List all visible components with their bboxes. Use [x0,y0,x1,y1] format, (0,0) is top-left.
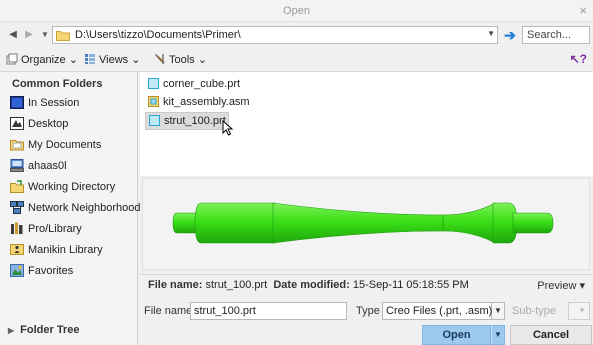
sidebar-item-favorites[interactable]: Favorites [10,264,136,282]
sidebar-item-label: Desktop [28,118,69,130]
type-select[interactable]: Creo Files (.prt, .asm) [382,302,492,320]
tools-icon [155,54,165,64]
preview-toggle[interactable]: Preview ▾ [537,279,585,292]
open-options-chevron-icon[interactable]: ▼ [491,325,505,345]
sidebar-item-label: Manikin Library [28,244,103,256]
model-preview[interactable] [142,178,590,270]
file-list: corner_cube.prt kit_assembly.asm strut_1… [140,72,593,176]
path-field[interactable]: D:\Users\tizzo\Documents\Primer\ ▼ [52,26,498,44]
address-bar: ◀ ▶ ▼ D:\Users\tizzo\Documents\Primer\ ▼… [0,22,593,48]
file-item-kit-assembly[interactable]: kit_assembly.asm [145,94,253,112]
file-name-input[interactable]: strut_100.prt [190,302,347,320]
library-icon [11,222,23,234]
sidebar-item-label: Working Directory [28,181,116,193]
sidebar-item-ahaas0l[interactable]: ahaas0l [10,159,136,177]
views-label: Views ⌄ [99,54,141,66]
computer-icon [10,159,24,172]
sidebar-item-manikin-library[interactable]: Manikin Library [10,243,136,261]
window-title: Open [283,5,310,17]
file-item-corner-cube[interactable]: corner_cube.prt [145,76,243,94]
back-arrow-icon[interactable]: ◀ [6,28,20,42]
info-file-name-value: strut_100.prt [205,279,268,291]
path-text: D:\Users\tizzo\Documents\Primer\ [75,29,241,41]
working-dir-icon [10,180,24,193]
sidebar-item-label: Favorites [28,265,74,277]
file-name: kit_assembly.asm [163,96,250,108]
file-name: strut_100.prt [164,115,226,127]
file-info-bar: File name: strut_100.prt Date modified: … [140,274,593,294]
sidebar-item-label: In Session [28,97,80,109]
help-icon[interactable]: ↖? [570,52,587,66]
part-file-icon [149,115,160,126]
file-name-label: File name: [144,305,196,317]
subtype-label: Sub-type [512,305,557,317]
subtype-select[interactable]: ▼ [568,302,590,320]
manikin-icon [10,244,24,255]
search-input[interactable]: Search... [522,26,590,44]
action-buttons-row: Open ▼ Cancel [140,323,593,345]
toolbar: Organize ⌄ Views ⌄ Tools ⌄ ↖? [0,48,593,72]
forward-arrow-icon[interactable]: ▶ [22,28,36,42]
sidebar-item-working-directory[interactable]: Working Directory [10,180,136,198]
sidebar-item-pro-library[interactable]: Pro/Library [10,222,136,240]
sidebar-item-in-session[interactable]: In Session [10,96,136,114]
tools-label: Tools ⌄ [169,54,207,66]
organize-menu[interactable]: Organize ⌄ [6,53,78,66]
sidebar-item-label: Network Neighborhood [28,202,141,214]
sidebar-item-my-documents[interactable]: My Documents [10,138,136,156]
mouse-cursor-icon [222,120,234,136]
folder-icon [56,31,70,41]
desktop-icon [10,117,24,130]
part-file-icon [148,78,159,89]
info-file-name-label: File name: [148,279,203,291]
file-item-strut-100[interactable]: strut_100.prt [145,112,229,130]
info-date-label: Date modified: [273,279,350,291]
assembly-file-icon [148,96,159,107]
views-icon [85,54,95,64]
go-arrow-icon[interactable]: ➔ [502,27,518,43]
sidebar-item-label: My Documents [28,139,102,151]
type-label: Type [356,305,380,317]
common-folders-sidebar: Common Folders In Session Desktop My Doc… [0,72,141,345]
session-icon [10,96,24,109]
cancel-button[interactable]: Cancel [510,325,592,345]
organize-label: Organize ⌄ [21,54,78,66]
strut-model-image [172,202,554,244]
chevron-down-icon[interactable]: ▼ [487,29,495,38]
common-folders-header: Common Folders [12,78,103,90]
documents-icon [10,140,24,151]
folder-tree-label: Folder Tree [20,324,80,336]
favorites-icon [10,264,24,277]
title-bar: Open × [0,0,593,22]
file-name: corner_cube.prt [163,78,241,90]
chevron-down-icon[interactable]: ▼ [492,302,505,320]
close-icon[interactable]: × [579,3,587,18]
sidebar-item-desktop[interactable]: Desktop [10,117,136,135]
info-date-value: 15-Sep-11 05:18:55 PM [352,279,469,291]
open-button[interactable]: Open [422,325,491,345]
tools-menu[interactable]: Tools ⌄ [154,53,207,66]
views-menu[interactable]: Views ⌄ [84,53,140,66]
folder-tree-toggle[interactable]: ▶ Folder Tree [8,324,79,336]
sidebar-item-label: Pro/Library [28,223,82,235]
expand-arrow-icon: ▶ [8,326,15,335]
organize-icon [6,53,18,65]
sidebar-item-network-neighborhood[interactable]: Network Neighborhood [10,201,141,219]
sidebar-item-label: ahaas0l [28,160,67,172]
file-info-text: File name: strut_100.prt Date modified: … [148,279,469,291]
history-dropdown-icon[interactable]: ▼ [38,28,52,42]
file-name-row: File name: strut_100.prt Type Creo Files… [140,300,593,322]
network-icon [10,201,24,214]
